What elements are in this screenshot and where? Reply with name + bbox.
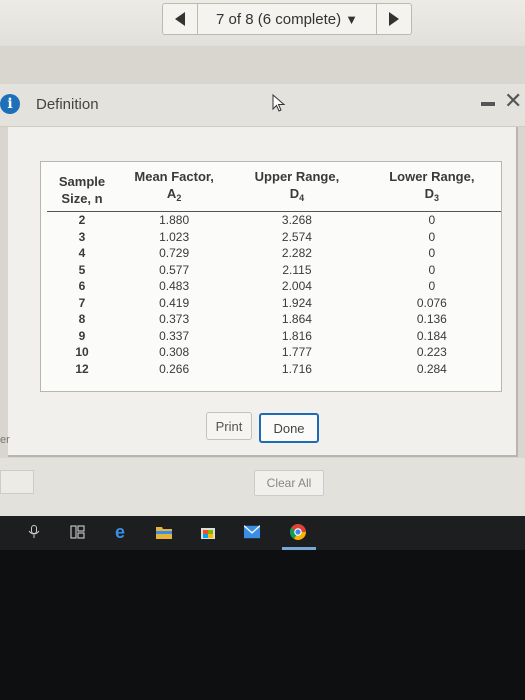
cell-lower-range: 0.223: [416, 345, 447, 360]
answer-field[interactable]: [0, 470, 34, 494]
cell-upper-range: 1.816: [281, 328, 312, 343]
chrome-icon[interactable]: [290, 524, 306, 540]
control-chart-factors-table-container: Sample Size, n Mean Factor, A2 Upper Ran…: [40, 161, 502, 392]
minimize-icon[interactable]: [481, 102, 495, 106]
store-icon[interactable]: [200, 524, 216, 540]
cell-upper-range: 1.924: [281, 295, 312, 310]
definition-dialog-body: Sample Size, n Mean Factor, A2 Upper Ran…: [8, 127, 518, 457]
table-row: 4 0.729 2.282 0: [47, 245, 501, 262]
mouse-cursor-icon: [272, 94, 286, 112]
header-mean-factor: Mean Factor, A2: [117, 168, 232, 212]
cell-sample-size: 10: [75, 345, 89, 360]
previous-question-button[interactable]: [162, 3, 198, 35]
cell-sample-size: 9: [78, 328, 86, 343]
cell-mean-factor: 0.419: [159, 295, 190, 310]
mail-icon[interactable]: [244, 524, 260, 540]
cell-upper-range: 1.777: [281, 345, 312, 360]
cell-lower-range: 0.184: [416, 328, 447, 343]
cell-mean-factor: 0.729: [159, 246, 190, 261]
cell-mean-factor: 0.373: [159, 312, 190, 327]
info-icon: i: [0, 94, 20, 114]
cell-sample-size: 3: [78, 229, 86, 244]
cell-upper-range: 2.574: [281, 229, 312, 244]
cell-upper-range: 3.268: [281, 213, 312, 228]
next-question-button[interactable]: [376, 3, 412, 35]
cell-upper-range: 1.716: [281, 361, 312, 376]
dialog-title: Definition: [36, 96, 99, 113]
background-edge-text: er: [0, 434, 10, 446]
dark-screen-bezel: [0, 550, 525, 700]
clear-all-button[interactable]: Clear All: [254, 470, 324, 496]
cell-mean-factor: 0.337: [159, 328, 190, 343]
cell-sample-size: 8: [78, 312, 86, 327]
table-row: 2 1.880 3.268 0: [47, 212, 501, 229]
header-upper-range: Upper Range, D4: [231, 168, 363, 212]
cell-lower-range: 0: [428, 279, 436, 294]
cell-sample-size: 4: [78, 246, 86, 261]
windows-taskbar: e: [0, 516, 525, 550]
header-lower-range: Lower Range, D3: [362, 168, 501, 212]
cell-lower-range: 0: [428, 229, 436, 244]
pager-group: 7 of 8 (6 complete) ▼: [162, 3, 412, 37]
task-view-icon[interactable]: [70, 524, 86, 540]
cell-mean-factor: 1.023: [159, 229, 190, 244]
cell-lower-range: 0: [428, 213, 436, 228]
table-row: 5 0.577 2.115 0: [47, 262, 501, 279]
cell-upper-range: 2.115: [282, 262, 312, 277]
cell-mean-factor: 0.308: [159, 345, 190, 360]
table-header-row: Sample Size, n Mean Factor, A2 Upper Ran…: [47, 168, 501, 212]
table-row: 9 0.337 1.816 0.184: [47, 328, 501, 345]
cell-upper-range: 2.282: [281, 246, 312, 261]
table-row: 7 0.419 1.924 0.076: [47, 295, 501, 312]
print-button[interactable]: Print: [206, 412, 252, 440]
prev-arrow-icon: [175, 12, 185, 26]
table-row: 3 1.023 2.574 0: [47, 229, 501, 246]
definition-dialog-header: i Definition ✕: [0, 84, 525, 127]
table-row: 8 0.373 1.864 0.136: [47, 311, 501, 328]
close-icon[interactable]: ✕: [504, 88, 522, 114]
cell-lower-range: 0.284: [416, 361, 447, 376]
header-sample-size: Sample Size, n: [47, 168, 118, 212]
cell-sample-size: 5: [78, 262, 86, 277]
cell-upper-range: 1.864: [281, 312, 312, 327]
cell-mean-factor: 0.483: [159, 279, 190, 294]
cell-sample-size: 6: [78, 279, 86, 294]
question-pager-bar: 7 of 8 (6 complete) ▼: [0, 0, 525, 46]
file-explorer-icon[interactable]: [156, 524, 172, 540]
cell-upper-range: 2.004: [281, 279, 312, 294]
cell-mean-factor: 0.266: [159, 361, 190, 376]
microphone-icon[interactable]: [26, 524, 42, 540]
cell-sample-size: 12: [75, 361, 89, 376]
dropdown-arrow-icon: ▼: [345, 11, 358, 27]
table-body: 2 1.880 3.268 0 3 1.023 2.574 0 4 0.729 2.282 0 5 0.5…: [47, 212, 501, 378]
cell-lower-range: 0.076: [416, 295, 447, 310]
cell-lower-range: 0: [428, 262, 436, 277]
control-chart-factors-table: Sample Size, n Mean Factor, A2 Upper Ran…: [47, 168, 501, 377]
table-row: 6 0.483 2.004 0: [47, 278, 501, 295]
table-row: 10 0.308 1.777 0.223: [47, 344, 501, 361]
cell-lower-range: 0: [428, 246, 436, 261]
cell-mean-factor: 0.577: [159, 262, 190, 277]
table-row: 12 0.266 1.716 0.284: [47, 361, 501, 378]
next-arrow-icon: [389, 12, 399, 26]
question-position-label: 7 of 8 (6 complete): [216, 10, 342, 28]
edge-browser-icon[interactable]: e: [112, 522, 128, 542]
cell-mean-factor: 1.880: [159, 213, 190, 228]
cell-sample-size: 7: [78, 295, 86, 310]
question-selector[interactable]: 7 of 8 (6 complete) ▼: [198, 3, 376, 35]
cell-sample-size: 2: [78, 213, 86, 228]
done-button[interactable]: Done: [259, 413, 319, 443]
cell-lower-range: 0.136: [416, 312, 447, 327]
